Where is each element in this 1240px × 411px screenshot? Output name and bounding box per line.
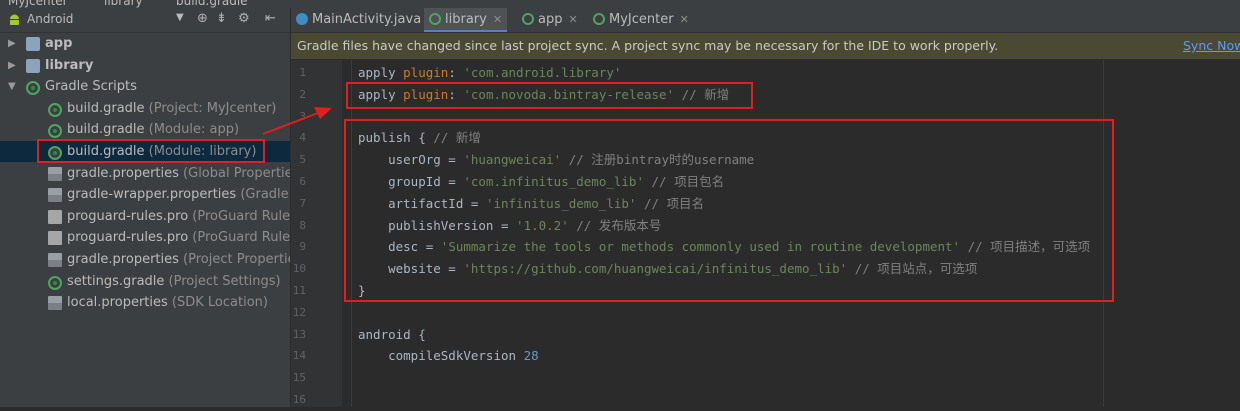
annotation-arrow <box>262 107 332 135</box>
